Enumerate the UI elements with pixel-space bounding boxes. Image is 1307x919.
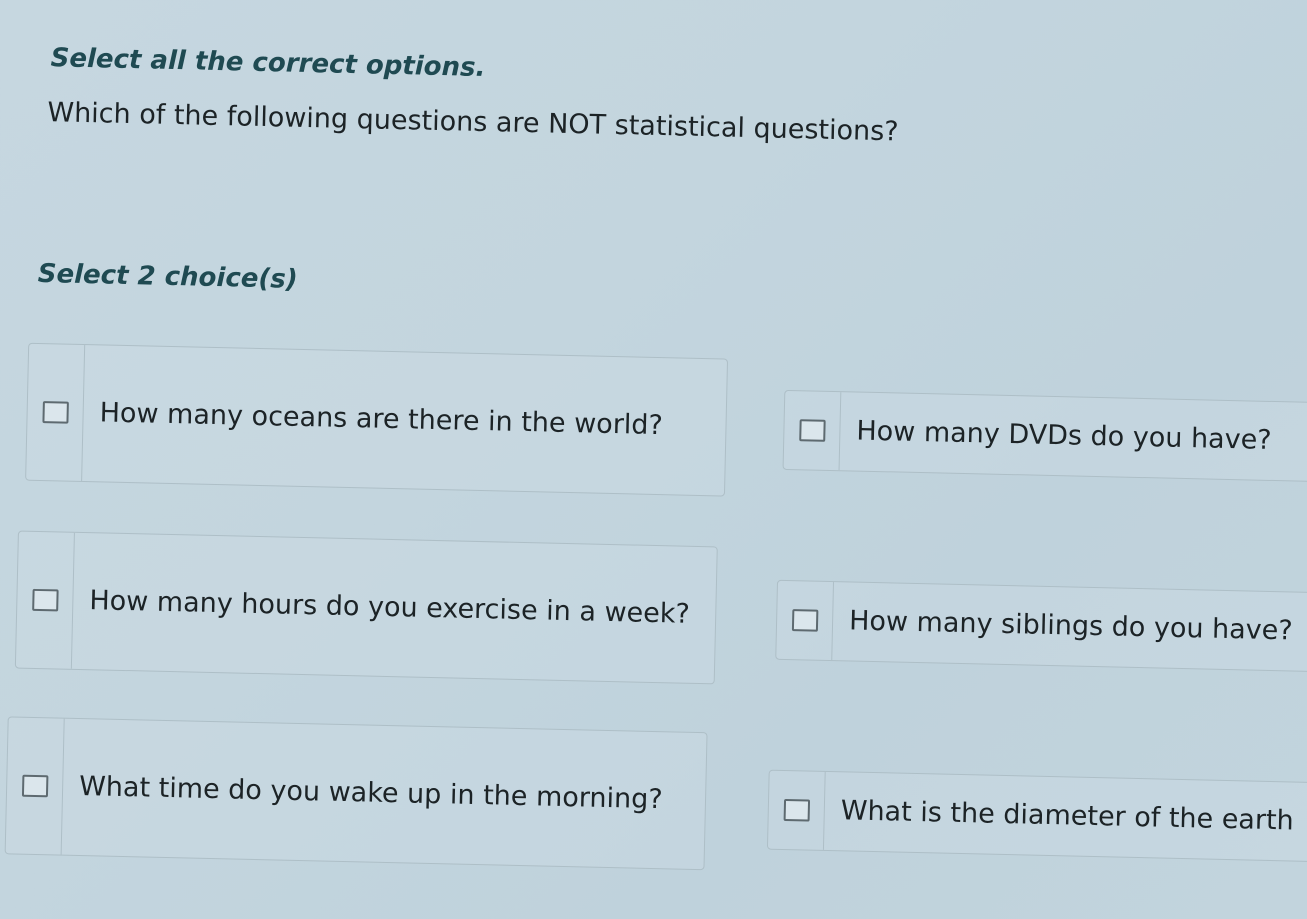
choice-option-3[interactable]: How many hours do you exercise in a week… <box>14 530 718 685</box>
choice-label: How many DVDs do you have? <box>856 415 1272 456</box>
instruction-text: Select all the correct options. <box>50 43 486 84</box>
checkbox-icon[interactable] <box>783 798 810 822</box>
choice-checkbox-cell <box>15 531 75 669</box>
checkbox-icon[interactable] <box>21 774 48 798</box>
checkbox-icon[interactable] <box>41 401 69 424</box>
choice-label: How many oceans are there in the world? <box>99 397 664 442</box>
choice-checkbox-cell <box>26 343 86 481</box>
choice-checkbox-cell <box>5 717 65 855</box>
question-page: Select all the correct options. Which of… <box>0 0 1307 919</box>
choice-option-2[interactable]: How many DVDs do you have? <box>782 389 1307 483</box>
choice-option-5[interactable]: What time do you wake up in the morning? <box>4 716 708 871</box>
choice-label: What is the diameter of the earth <box>840 795 1295 837</box>
checkbox-icon[interactable] <box>31 588 59 612</box>
question-text: Which of the following questions are NOT… <box>47 97 899 148</box>
choice-option-6[interactable]: What is the diameter of the earth <box>766 769 1307 863</box>
choice-checkbox-cell <box>783 390 842 471</box>
choice-label: How many hours do you exercise in a week… <box>89 585 691 630</box>
checkbox-icon[interactable] <box>791 609 818 632</box>
choice-label: How many siblings do you have? <box>848 605 1294 647</box>
choice-checkbox-cell <box>767 770 826 850</box>
choice-label: What time do you wake up in the morning? <box>78 771 663 816</box>
choice-checkbox-cell <box>776 580 835 661</box>
choice-option-4[interactable]: How many siblings do you have? <box>775 579 1307 673</box>
choice-option-1[interactable]: How many oceans are there in the world? <box>25 342 729 497</box>
checkbox-icon[interactable] <box>798 419 826 442</box>
select-count-label: Select 2 choice(s) <box>37 258 299 295</box>
